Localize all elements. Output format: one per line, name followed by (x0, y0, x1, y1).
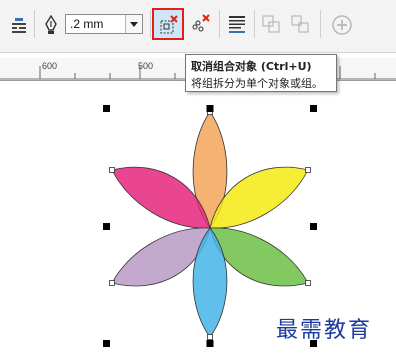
outline-width-value: .2 mm (70, 17, 104, 31)
outline-width-dropdown-button[interactable] (125, 15, 142, 33)
property-toolbar: .2 mm (0, 0, 396, 53)
watermark-text: 最需教育 (276, 318, 373, 343)
text-align-icon[interactable] (227, 14, 247, 36)
combine-icon[interactable] (261, 14, 281, 34)
wrap-text-icon[interactable] (10, 16, 28, 34)
toolbar-separator (219, 10, 220, 38)
ungroup-button[interactable] (152, 8, 184, 40)
chevron-down-icon (130, 22, 138, 27)
toolbar-separator (150, 10, 151, 38)
pen-nib-icon[interactable] (44, 15, 58, 35)
ruler-label-600: 600 (42, 61, 58, 71)
toolbar-separator (34, 10, 35, 38)
tooltip-title: 取消组合对象 (Ctrl+U) (191, 60, 312, 73)
toolbar-separator (320, 10, 321, 38)
ungroup-all-icon[interactable] (189, 12, 213, 36)
break-apart-icon[interactable] (290, 14, 310, 34)
add-icon[interactable] (331, 14, 353, 36)
toolbar-separator (254, 10, 255, 38)
outline-width-combobox[interactable]: .2 mm (65, 14, 143, 34)
tooltip-description: 将组拆分为单个对象或组。 (191, 77, 323, 90)
ungroup-tooltip: 取消组合对象 (Ctrl+U) 将组拆分为单个对象或组。 (185, 54, 337, 92)
ungroup-icon (160, 15, 178, 34)
ruler-label-500: 500 (138, 61, 154, 71)
